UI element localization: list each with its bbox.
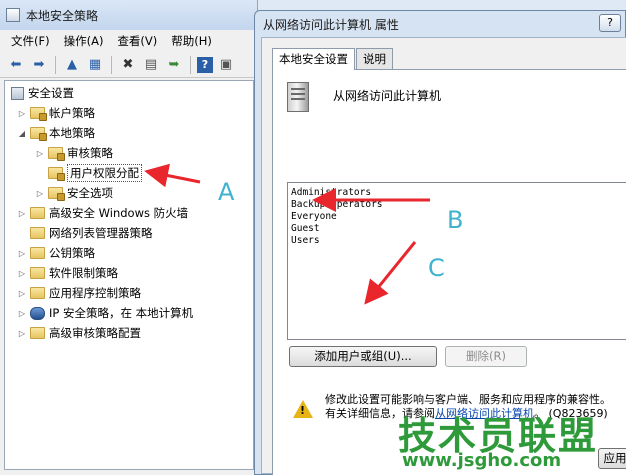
watermark-url: www.jsgho.com: [402, 450, 562, 471]
annotation-letter-c: C: [428, 254, 445, 282]
annotation-arrows: [144, 163, 430, 305]
tab-local-security-setting[interactable]: 本地安全设置: [272, 48, 355, 70]
annotation-letter-b: B: [447, 206, 464, 234]
arrow-a: [144, 163, 201, 188]
arrow-c: [364, 241, 417, 305]
annotation-letter-a: A: [218, 178, 235, 206]
